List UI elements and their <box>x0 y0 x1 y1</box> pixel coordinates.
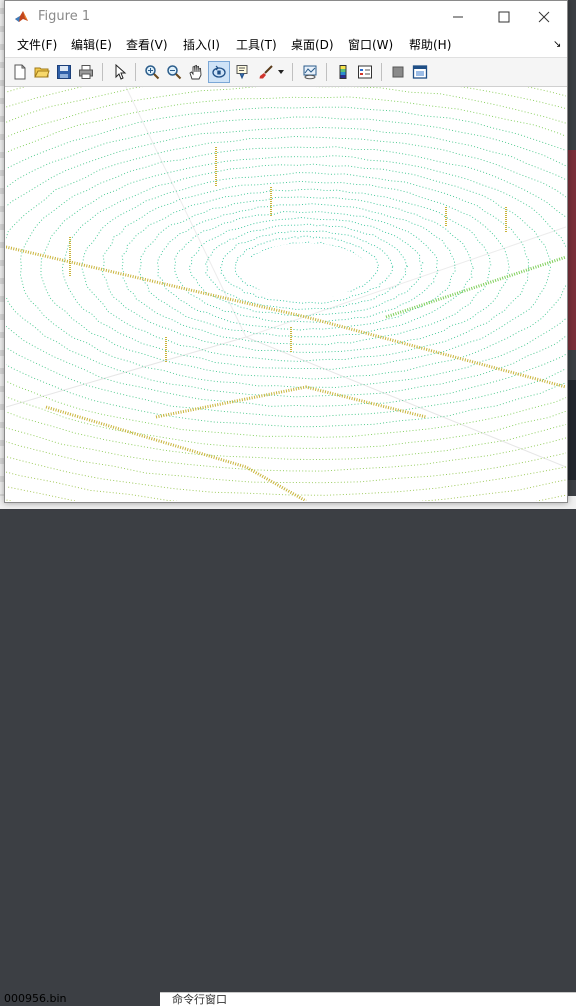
zoom-out-icon <box>167 65 182 80</box>
legend-icon <box>358 65 372 79</box>
background-file-name[interactable]: 000956.bin <box>4 992 67 1005</box>
rotate-3d-button[interactable] <box>208 61 230 83</box>
menu-window[interactable]: 窗口(W) <box>346 37 395 53</box>
zoom-in-icon <box>145 65 160 80</box>
show-plot-tools-button[interactable] <box>409 61 431 83</box>
axes-grid-line <box>6 336 566 468</box>
link-plot-icon <box>303 65 317 80</box>
toolbar-separator <box>292 63 293 81</box>
menu-help[interactable]: 帮助(H) <box>407 37 453 53</box>
open-file-button[interactable] <box>31 61 53 83</box>
menu-desktop[interactable]: 桌面(D) <box>289 37 336 53</box>
hand-icon <box>189 64 202 80</box>
maximize-icon <box>498 11 510 22</box>
menu-view[interactable]: 查看(V) <box>124 37 170 53</box>
insert-legend-button[interactable] <box>354 61 376 83</box>
brush-icon <box>259 65 273 79</box>
window-title: Figure 1 <box>38 9 91 24</box>
axes-3d-point-cloud[interactable] <box>6 87 566 501</box>
matlab-logo-icon <box>14 9 29 24</box>
cursor-arrow-icon <box>115 64 127 80</box>
toolbar-separator <box>381 63 382 81</box>
new-figure-button[interactable] <box>9 61 31 83</box>
toolbar-separator <box>102 63 103 81</box>
data-cursor-icon <box>236 65 248 80</box>
title-bar[interactable]: Figure 1 <box>5 1 567 32</box>
rotate-3d-icon <box>212 65 226 78</box>
figure-window: Figure 1 文件(F) 编辑(E) 查看(V) 插入(I) 工具(T) 桌… <box>4 0 568 503</box>
print-icon <box>79 65 93 79</box>
menu-tools[interactable]: 工具(T) <box>234 37 279 53</box>
dock-figure-icon[interactable]: ↘ <box>553 39 561 50</box>
figure-toolbar <box>5 57 567 87</box>
road-edge-points <box>385 255 566 319</box>
pan-button[interactable] <box>185 61 207 83</box>
close-icon <box>538 11 550 22</box>
point-cloud-canvas <box>6 87 566 501</box>
print-figure-button[interactable] <box>75 61 97 83</box>
toolbar-separator <box>326 63 327 81</box>
road-edge-points <box>155 385 427 419</box>
colorbar-icon <box>339 65 347 79</box>
new-file-icon <box>14 64 26 80</box>
command-window-header: 命令行窗口 <box>160 992 576 1006</box>
close-button[interactable] <box>521 1 567 32</box>
command-window-title: 命令行窗口 <box>172 993 227 1006</box>
road-edge-points <box>45 405 307 501</box>
hide-tools-icon <box>392 66 404 78</box>
zoom-in-button[interactable] <box>141 61 163 83</box>
save-figure-button[interactable] <box>53 61 75 83</box>
toolbar-separator <box>135 63 136 81</box>
brush-button[interactable] <box>255 61 277 83</box>
data-cursor-button[interactable] <box>231 61 253 83</box>
menu-bar: 文件(F) 编辑(E) 查看(V) 插入(I) 工具(T) 桌面(D) 窗口(W… <box>5 34 567 56</box>
edit-plot-button[interactable] <box>109 61 131 83</box>
zoom-out-button[interactable] <box>163 61 185 83</box>
brush-dropdown[interactable] <box>275 61 287 83</box>
menu-edit[interactable]: 编辑(E) <box>69 37 114 53</box>
show-tools-icon <box>412 65 428 79</box>
minimize-icon <box>453 16 463 17</box>
insert-colorbar-button[interactable] <box>332 61 354 83</box>
link-plot-button[interactable] <box>299 61 321 83</box>
menu-file[interactable]: 文件(F) <box>15 37 59 53</box>
folder-open-icon <box>34 67 50 78</box>
hide-plot-tools-button[interactable] <box>387 61 409 83</box>
menu-insert[interactable]: 插入(I) <box>181 37 222 53</box>
chevron-down-icon <box>278 70 284 74</box>
ego-vehicle-void <box>244 243 368 299</box>
minimize-button[interactable] <box>435 1 481 32</box>
save-icon <box>57 65 71 79</box>
